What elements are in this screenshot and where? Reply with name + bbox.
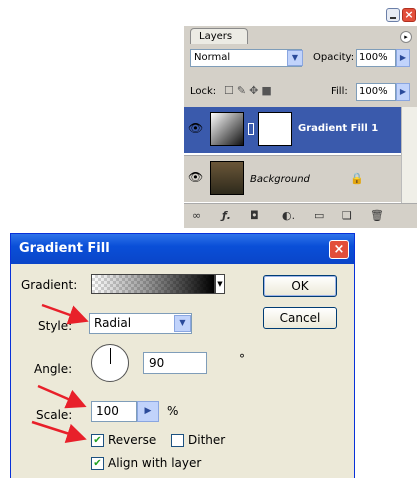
dialog-titlebar: Gradient Fill ×: [11, 234, 354, 264]
ok-button[interactable]: OK: [263, 275, 337, 297]
link-icon[interactable]: ∞: [192, 209, 201, 222]
fx-icon[interactable]: ƒ.: [222, 209, 231, 222]
fill-slider-arrow-icon[interactable]: ▶: [396, 83, 410, 101]
lock-pixels-icon[interactable]: ✎: [237, 84, 249, 97]
layer-row-gradient-fill[interactable]: 👁 Gradient Fill 1: [184, 107, 401, 153]
angle-input[interactable]: 90: [143, 352, 207, 374]
style-value: Radial: [94, 316, 132, 330]
eye-icon[interactable]: 👁: [188, 170, 204, 186]
angle-label: Angle:: [34, 362, 73, 376]
lock-label: Lock:: [190, 86, 217, 97]
layers-panel: × Layers ▸ Normal ▼ Opacity: 100% ▶ Lock…: [184, 0, 417, 228]
blend-mode-value: Normal: [194, 52, 231, 63]
chain-link-icon[interactable]: [248, 123, 254, 135]
eye-icon[interactable]: 👁: [188, 121, 204, 137]
new-layer-icon[interactable]: ❑: [342, 209, 352, 222]
group-icon[interactable]: ▭: [314, 209, 324, 222]
scale-slider-arrow-icon[interactable]: ▶: [137, 401, 159, 422]
fill-input[interactable]: 100%: [356, 83, 396, 101]
lock-position-icon[interactable]: ✥: [249, 84, 261, 97]
scale-input[interactable]: 100: [91, 401, 137, 422]
style-label: Style:: [38, 319, 73, 333]
layer-name: Gradient Fill 1: [298, 123, 379, 134]
angle-dial[interactable]: [91, 344, 129, 382]
layer-mask-thumbnail[interactable]: [258, 112, 292, 146]
tab-layers[interactable]: Layers: [190, 28, 248, 44]
layer-name: Background: [250, 174, 310, 185]
layers-panel-titlebar: ×: [184, 0, 417, 26]
layers-scrollbar[interactable]: [401, 107, 417, 203]
chevron-down-icon[interactable]: ▼: [287, 50, 303, 66]
opacity-slider-arrow-icon[interactable]: ▶: [396, 49, 410, 67]
opacity-label: Opacity:: [313, 52, 355, 63]
lock-icon: 🔒: [350, 172, 364, 185]
gradient-fill-dialog: Gradient Fill × Gradient: ▼ OK Cancel St…: [10, 233, 355, 478]
opacity-input[interactable]: 100%: [356, 49, 396, 67]
gradient-swatch[interactable]: [91, 274, 215, 294]
degree-symbol: °: [239, 352, 245, 366]
panel-menu-icon[interactable]: ▸: [400, 31, 412, 43]
dither-checkbox[interactable]: [171, 434, 184, 447]
reverse-checkbox[interactable]: ✔: [91, 434, 104, 447]
minimize-icon[interactable]: [386, 8, 400, 22]
layers-footer: ∞ ƒ. ◘ ◐. ▭ ❑ 🗑: [184, 203, 417, 228]
cancel-button[interactable]: Cancel: [263, 307, 337, 329]
gradient-dropdown-icon[interactable]: ▼: [215, 274, 225, 294]
close-icon[interactable]: ×: [329, 240, 349, 259]
gradient-label: Gradient:: [21, 278, 78, 292]
reverse-label[interactable]: Reverse: [108, 433, 156, 447]
background-thumbnail: [210, 161, 244, 195]
lock-options: ☐✎✥■: [224, 84, 275, 97]
align-with-layer-checkbox[interactable]: ✔: [91, 457, 104, 470]
blend-mode-select[interactable]: Normal ▼: [190, 49, 303, 67]
dialog-title: Gradient Fill: [19, 241, 110, 256]
angle-dial-hand: [110, 348, 111, 364]
scale-label: Scale:: [36, 408, 73, 422]
adjustment-icon[interactable]: ◐.: [282, 209, 295, 222]
close-icon[interactable]: ×: [402, 8, 416, 22]
lock-all-icon[interactable]: ■: [261, 84, 274, 97]
lock-transparency-icon[interactable]: ☐: [224, 84, 237, 97]
fill-label: Fill:: [331, 86, 348, 97]
layers-list: 👁 Gradient Fill 1 👁 Background 🔒: [184, 107, 401, 203]
mask-icon[interactable]: ◘: [250, 209, 259, 222]
trash-icon[interactable]: 🗑: [370, 209, 384, 222]
style-select[interactable]: Radial ▼: [89, 313, 192, 334]
layer-row-background[interactable]: 👁 Background 🔒: [184, 155, 401, 202]
percent-symbol: %: [167, 404, 179, 418]
chevron-down-icon[interactable]: ▼: [174, 315, 191, 332]
gradient-thumbnail: [210, 112, 244, 146]
dither-label[interactable]: Dither: [188, 433, 225, 447]
align-with-layer-label[interactable]: Align with layer: [108, 456, 201, 470]
